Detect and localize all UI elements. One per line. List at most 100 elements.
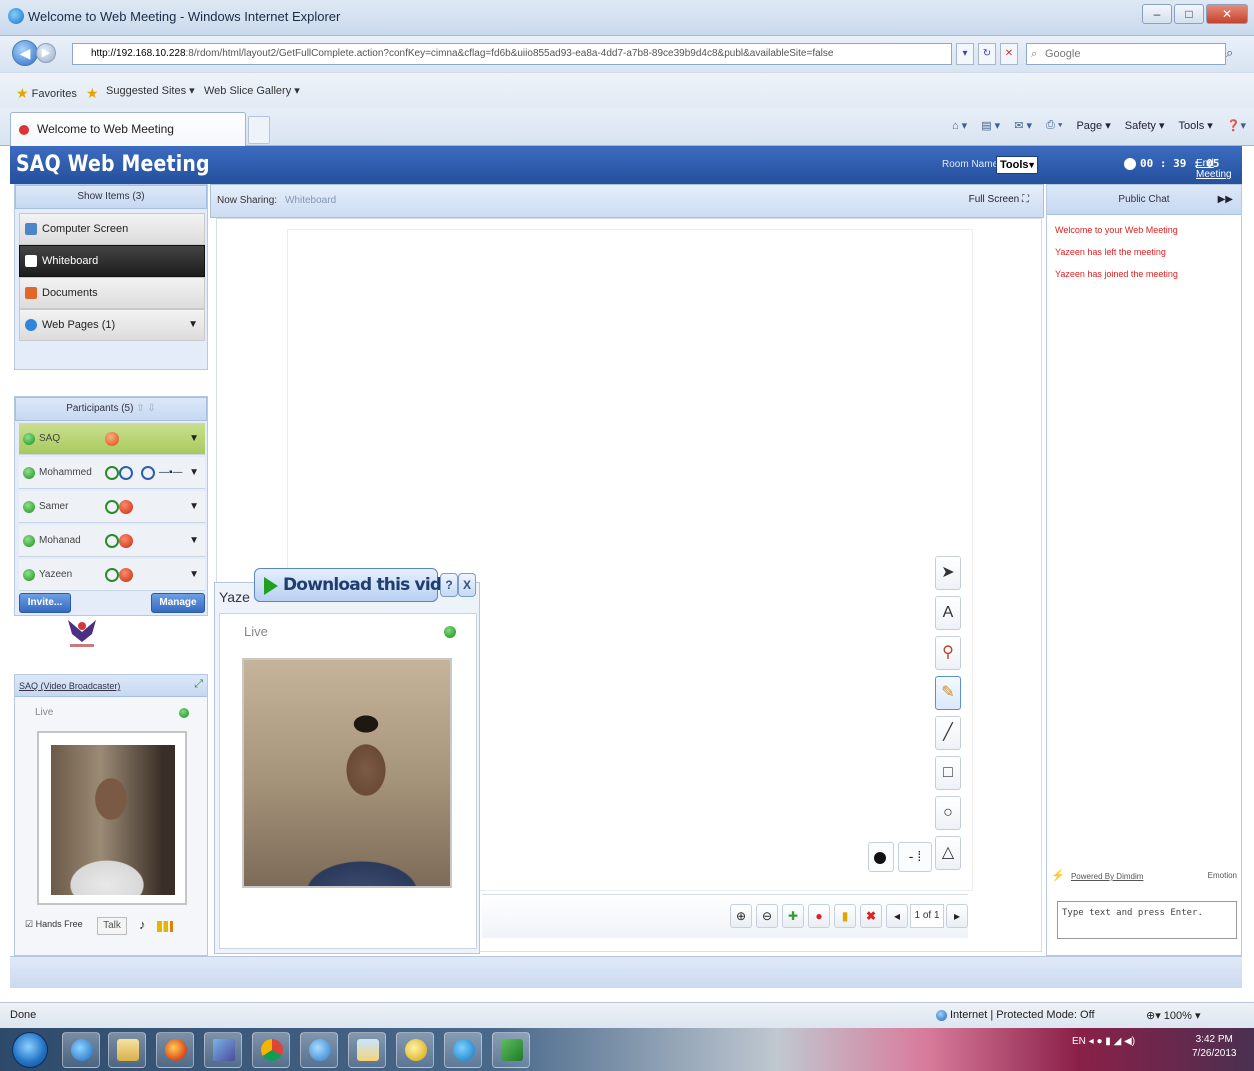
safety-menu[interactable]: Safety ▾ [1125,119,1165,132]
close-window-button[interactable]: ✕ [1206,4,1248,24]
taskbar-explorer-icon[interactable] [348,1032,386,1068]
mic-off-icon[interactable] [119,500,133,514]
share-item-web-pages[interactable]: Web Pages (1) ▼ [19,309,205,341]
previous-page-icon[interactable]: ◂ [886,904,908,928]
ellipse-tool-icon[interactable]: ○ [935,796,961,830]
home-icon[interactable]: ⌂ ▾ [952,119,967,132]
pencil-tool-icon[interactable]: ✎ [935,676,961,710]
search-input[interactable]: ⌕ Google [1026,43,1226,65]
volume-slider[interactable]: —▪— [159,457,183,489]
address-bar[interactable]: http://192.168.10.228:8/rdom/html/layout… [72,43,952,65]
taskbar-ie-icon[interactable] [62,1032,100,1068]
taskbar-chrome-icon[interactable] [252,1032,290,1068]
system-clock[interactable]: 3:42 PM 7/26/2013 [1192,1033,1237,1061]
chevron-down-icon[interactable]: ▼ [189,423,199,455]
zoom-control[interactable]: ⊕▾ 100% ▾ [1146,1009,1201,1022]
chevron-down-icon[interactable]: ▼ [189,457,199,489]
security-zone[interactable]: Internet | Protected Mode: Off [950,1009,1095,1021]
participant-row[interactable]: Mohammed —▪— ▼ [19,457,205,489]
browser-tab[interactable]: Welcome to Web Meeting [10,112,246,146]
speaker-icon[interactable] [119,466,133,480]
taskbar-folder-icon[interactable] [108,1032,146,1068]
manage-button[interactable]: Manage [151,593,205,613]
lock-icon[interactable]: ▮ [834,904,856,928]
zoom-in-icon[interactable]: ⊕ [730,904,752,928]
share-item-documents[interactable]: Documents [19,277,205,309]
pointer-tool-icon[interactable]: ➤ [935,556,961,590]
add-page-icon[interactable]: ✚ [782,904,804,928]
emotion-button[interactable]: Emotion [1208,871,1237,880]
chevron-down-icon[interactable]: ▼ [189,525,199,557]
favorites-button[interactable]: ★ Favorites [16,84,77,101]
search-go-icon[interactable]: ⌕ [1226,45,1233,61]
web-slice-gallery-link[interactable]: Web Slice Gallery ▾ [204,84,300,97]
participant-row[interactable]: Mohanad ▼ [19,525,205,557]
share-item-whiteboard[interactable]: Whiteboard [19,245,205,277]
move-up-icon[interactable]: ⇧ [136,403,144,414]
color-picker-icon[interactable] [868,842,894,872]
line-tool-icon[interactable]: ╱ [935,716,961,750]
participant-row[interactable]: Samer ▼ [19,491,205,523]
expand-icon[interactable]: ⤢ [194,678,203,691]
move-down-icon[interactable]: ⇩ [147,403,155,414]
stamp-tool-icon[interactable]: ⚲ [935,636,961,670]
mic-icon[interactable] [105,500,119,514]
suggested-sites-link[interactable]: Suggested Sites ▾ [106,84,195,97]
chevron-down-icon[interactable]: ▼ [189,491,199,523]
close-video-button[interactable]: X [458,573,476,597]
mic-off-icon[interactable] [119,534,133,548]
maximize-button[interactable]: □ [1174,4,1204,24]
participant-row[interactable]: SAQ ▼ [19,423,205,455]
text-tool-icon[interactable]: A [935,596,961,630]
taskbar-firefox-icon[interactable] [156,1032,194,1068]
tools-menu[interactable]: Tools ▾ [1179,119,1213,132]
mic-icon[interactable] [105,534,119,548]
end-meeting-link[interactable]: End Meeting [1196,158,1242,180]
hands-free-checkbox[interactable]: ☑ Hands Free [25,919,83,930]
tools-dropdown[interactable]: Tools ▼ [996,156,1038,174]
feeds-icon[interactable]: ▤ ▾ [981,119,1000,132]
mail-icon[interactable]: ✉ ▾ [1014,119,1032,132]
new-tab-button[interactable] [248,116,270,144]
powered-by-link[interactable]: Powered By Dimdim [1071,872,1143,881]
mic-icon[interactable] [105,568,119,582]
full-screen-button[interactable]: Full Screen ⛶ [969,194,1029,205]
delete-icon[interactable]: ✖ [860,904,882,928]
next-page-icon[interactable]: ▸ [946,904,968,928]
stop-icon[interactable]: ✕ [1000,43,1018,65]
camera-off-icon[interactable] [119,568,133,582]
page-menu[interactable]: Page ▾ [1076,119,1110,132]
mic-icon[interactable] [105,466,119,480]
taskbar-media-icon[interactable] [204,1032,242,1068]
chevron-down-icon[interactable]: ▼ [189,559,199,591]
start-button[interactable] [12,1032,48,1068]
download-video-button[interactable]: Download this video [254,568,464,602]
taskbar-app-icon[interactable] [396,1032,434,1068]
refresh-icon[interactable]: ↻ [978,43,996,65]
talk-button[interactable]: Talk [97,917,127,935]
rectangle-tool-icon[interactable]: □ [935,756,961,790]
chat-input[interactable]: Type text and press Enter. [1057,901,1237,939]
share-panel-header[interactable]: Show Items (3) [15,185,207,209]
forward-button[interactable]: ▶ [36,43,56,63]
compatibility-view-icon[interactable]: ▾ [956,43,974,65]
print-icon[interactable]: ⎙ ▾ [1046,119,1062,132]
share-item-computer-screen[interactable]: Computer Screen [19,213,205,245]
triangle-tool-icon[interactable]: △ [935,836,961,870]
system-tray-icons[interactable]: EN ◂ ● ▮ ◢ ◀) [1072,1036,1135,1047]
help-icon[interactable]: ❓▾ [1227,119,1246,132]
help-button[interactable]: ? [440,573,458,597]
double-arrow-right-icon[interactable]: ▶▶ [1218,185,1233,215]
invite-button[interactable]: Invite... [19,593,71,613]
stroke-width-icon[interactable]: - ⁞ [898,842,932,872]
zoom-out-icon[interactable]: ⊖ [756,904,778,928]
participant-row[interactable]: Yazeen ▼ [19,559,205,591]
taskbar-ie-icon-2[interactable] [300,1032,338,1068]
add-favorites-icon[interactable]: ★ [86,84,99,101]
minimize-button[interactable]: – [1142,4,1172,24]
record-icon[interactable]: ● [808,904,830,928]
taskbar-skype-icon[interactable] [444,1032,482,1068]
taskbar-excel-icon[interactable] [492,1032,530,1068]
back-button[interactable]: ◀ [12,40,38,66]
tab-row: Welcome to Web Meeting ⌂ ▾ ▤ ▾ ✉ ▾ ⎙ ▾ P… [0,108,1254,146]
